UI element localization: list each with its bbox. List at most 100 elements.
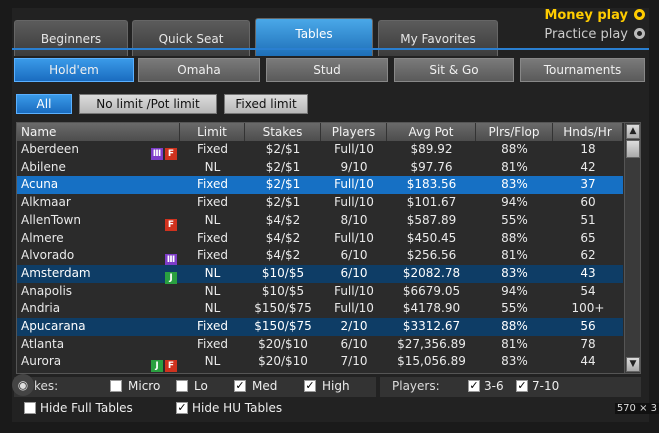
table-players-cell: Full/10 [334, 230, 374, 245]
table-plrs-flop-cell: 88% [501, 142, 528, 156]
table-hnds-hr-cell: 78 [580, 336, 596, 351]
table-plrs-flop-cell: 81% [501, 336, 528, 351]
table-limit-cell: Fixed [196, 230, 229, 245]
table-avg-pot-cell: $183.56 [406, 177, 457, 192]
med-checkbox[interactable]: ✓ [234, 380, 246, 392]
table-row[interactable]: Aberdeen Ⅲ F Fixed $2/$1 Full/10 $89.92 88% 18 [17, 141, 623, 160]
table-players-cell: 6/10 [340, 336, 368, 351]
table-avg-pot-cell: $101.67 [406, 195, 457, 210]
table-players-cell: Full/10 [334, 195, 374, 210]
tab-quick-seat[interactable]: Quick Seat [132, 20, 250, 56]
table-avg-pot-cell: $2082.78 [402, 265, 461, 280]
scroll-up-icon[interactable]: ▲ [626, 124, 640, 139]
table-name-cell: Almere [21, 230, 64, 245]
table-row[interactable]: Atlanta Fixed $20/$10 6/10 $27,356.89 81% 78 [17, 336, 623, 354]
camera-icon[interactable]: ◉ [12, 374, 34, 396]
table-players-cell: Full/10 [334, 142, 374, 156]
table-badges: Ⅲ [163, 250, 177, 267]
table-row[interactable]: Apucarana Fixed $150/$75 2/10 $3312.67 88% 56 [17, 318, 623, 336]
table-limit-cell: Fixed [196, 248, 229, 263]
table-avg-pot-cell: $15,056.89 [397, 354, 466, 369]
table-row[interactable]: Andria NL $150/$75 Full/10 $4178.90 55% 100+ [17, 300, 623, 318]
table-stakes-cell: $20/$10 [258, 336, 308, 351]
practice-play-option[interactable]: Practice play [544, 27, 645, 42]
column-plrs-flop[interactable]: Plrs/Flop [476, 123, 553, 141]
tab-beginners[interactable]: Beginners [14, 20, 128, 56]
micro-checkbox[interactable] [110, 380, 122, 392]
table-stakes-cell: $2/$1 [265, 195, 301, 210]
table-badges: F [163, 215, 177, 231]
tab-holdem[interactable]: Hold'em [14, 58, 134, 82]
table-row[interactable]: Almere Fixed $4/$2 Full/10 $450.45 88% 65 [17, 230, 623, 248]
table-stakes-cell: $2/$1 [265, 159, 301, 174]
table-players-cell: Full/10 [334, 283, 374, 298]
table-name-cell: AllenTown [21, 212, 81, 227]
table-plrs-flop-cell: 83% [501, 354, 528, 369]
table-hnds-hr-cell: 18 [580, 142, 596, 156]
money-play-option[interactable]: Money play [544, 8, 645, 23]
tab-tables[interactable]: Tables [255, 18, 373, 56]
table-row[interactable]: Alkmaar Fixed $2/$1 Full/10 $101.67 94% 60 [17, 194, 623, 212]
table-stakes-cell: $150/$75 [254, 319, 312, 333]
column-avg-pot[interactable]: Avg Pot [387, 123, 476, 141]
table-avg-pot-cell: $97.76 [410, 159, 453, 174]
table-plrs-flop-cell: 83% [501, 265, 528, 280]
tab-tournaments[interactable]: Tournaments [520, 58, 645, 82]
tab-stud[interactable]: Stud [266, 58, 388, 82]
table-avg-pot-cell: $89.92 [410, 142, 453, 156]
table-players-cell: 2/10 [340, 319, 368, 333]
table-row[interactable]: Abilene NL $2/$1 9/10 $97.76 81% 42 [17, 159, 623, 177]
tab-my-favorites[interactable]: My Favorites [378, 20, 498, 56]
table-players-cell: 9/10 [340, 159, 368, 174]
high-label: High [322, 379, 350, 393]
lo-checkbox[interactable] [176, 380, 188, 392]
scroll-down-icon[interactable]: ▼ [626, 357, 640, 372]
table-row[interactable]: AllenTown F NL $4/$2 8/10 $587.89 55% 51 [17, 212, 623, 231]
filter-footer: ◉ kes: Micro Lo ✓ Med ✓ High Players: ✓ … [12, 374, 649, 422]
table-row[interactable]: Amsterdam J NL $10/$5 6/10 $2082.78 83% 43 [17, 264, 623, 284]
tab-sit-and-go[interactable]: Sit & Go [394, 58, 514, 82]
table-limit-cell: NL [204, 283, 221, 298]
practice-play-label: Practice play [544, 27, 628, 42]
column-hnds-hr[interactable]: Hnds/Hr [553, 123, 623, 141]
hide-hu-tables-checkbox[interactable]: ✓ [176, 402, 188, 414]
table-limit-cell: Fixed [196, 336, 229, 351]
table-players-cell: Full/10 [334, 177, 374, 192]
table-hnds-hr-cell: 51 [580, 212, 596, 227]
stakes-filter: ◉ kes: Micro Lo ✓ Med ✓ High [12, 374, 376, 397]
table-hnds-hr-cell: 56 [580, 319, 596, 333]
table-name-cell: Alvorado [21, 248, 75, 263]
vertical-scrollbar[interactable]: ▲ ▼ [624, 123, 640, 373]
column-name[interactable]: Name [17, 123, 180, 141]
column-stakes[interactable]: Stakes [245, 123, 321, 141]
players-3-6-checkbox[interactable]: ✓ [468, 380, 480, 392]
table-avg-pot-cell: $4178.90 [402, 301, 461, 316]
players-3-6-label: 3-6 [484, 379, 504, 393]
table-plrs-flop-cell: 83% [501, 177, 528, 192]
table-plrs-flop-cell: 81% [501, 159, 528, 174]
filter-fixed-limit-button[interactable]: Fixed limit [224, 94, 308, 114]
tab-underline [12, 48, 649, 50]
table-name-cell: Amsterdam [21, 265, 91, 280]
players-7-10-checkbox[interactable]: ✓ [516, 380, 528, 392]
table-players-cell: 6/10 [340, 265, 368, 280]
table-limit-cell: NL [204, 301, 221, 316]
table-hnds-hr-cell: 100+ [571, 301, 605, 316]
players-7-10-label: 7-10 [532, 379, 560, 393]
table-plrs-flop-cell: 88% [501, 319, 528, 333]
table-limit-cell: Fixed [196, 142, 229, 156]
column-players[interactable]: Players [321, 123, 387, 141]
column-limit[interactable]: Limit [180, 123, 245, 141]
table-row[interactable]: Aurora J F NL $20/$10 7/10 $15,056.89 83% 44 [17, 353, 623, 373]
filter-all-button[interactable]: All [16, 94, 72, 114]
table-row[interactable]: Anapolis NL $10/$5 Full/10 $6679.05 94% 54 [17, 283, 623, 301]
hide-full-tables-checkbox[interactable] [24, 402, 36, 414]
filter-no-limit-button[interactable]: No limit /Pot limit [79, 94, 217, 114]
scroll-thumb[interactable] [626, 140, 640, 158]
jackpot-icon: J [151, 360, 163, 373]
table-row[interactable]: Alvorado Ⅲ Fixed $4/$2 6/10 $256.56 81% 62 [17, 247, 623, 267]
high-checkbox[interactable]: ✓ [304, 380, 316, 392]
tab-omaha[interactable]: Omaha [138, 58, 260, 82]
table-name-cell: Anapolis [21, 283, 73, 298]
table-row[interactable]: Acuna Fixed $2/$1 Full/10 $183.56 83% 37 [17, 176, 623, 195]
